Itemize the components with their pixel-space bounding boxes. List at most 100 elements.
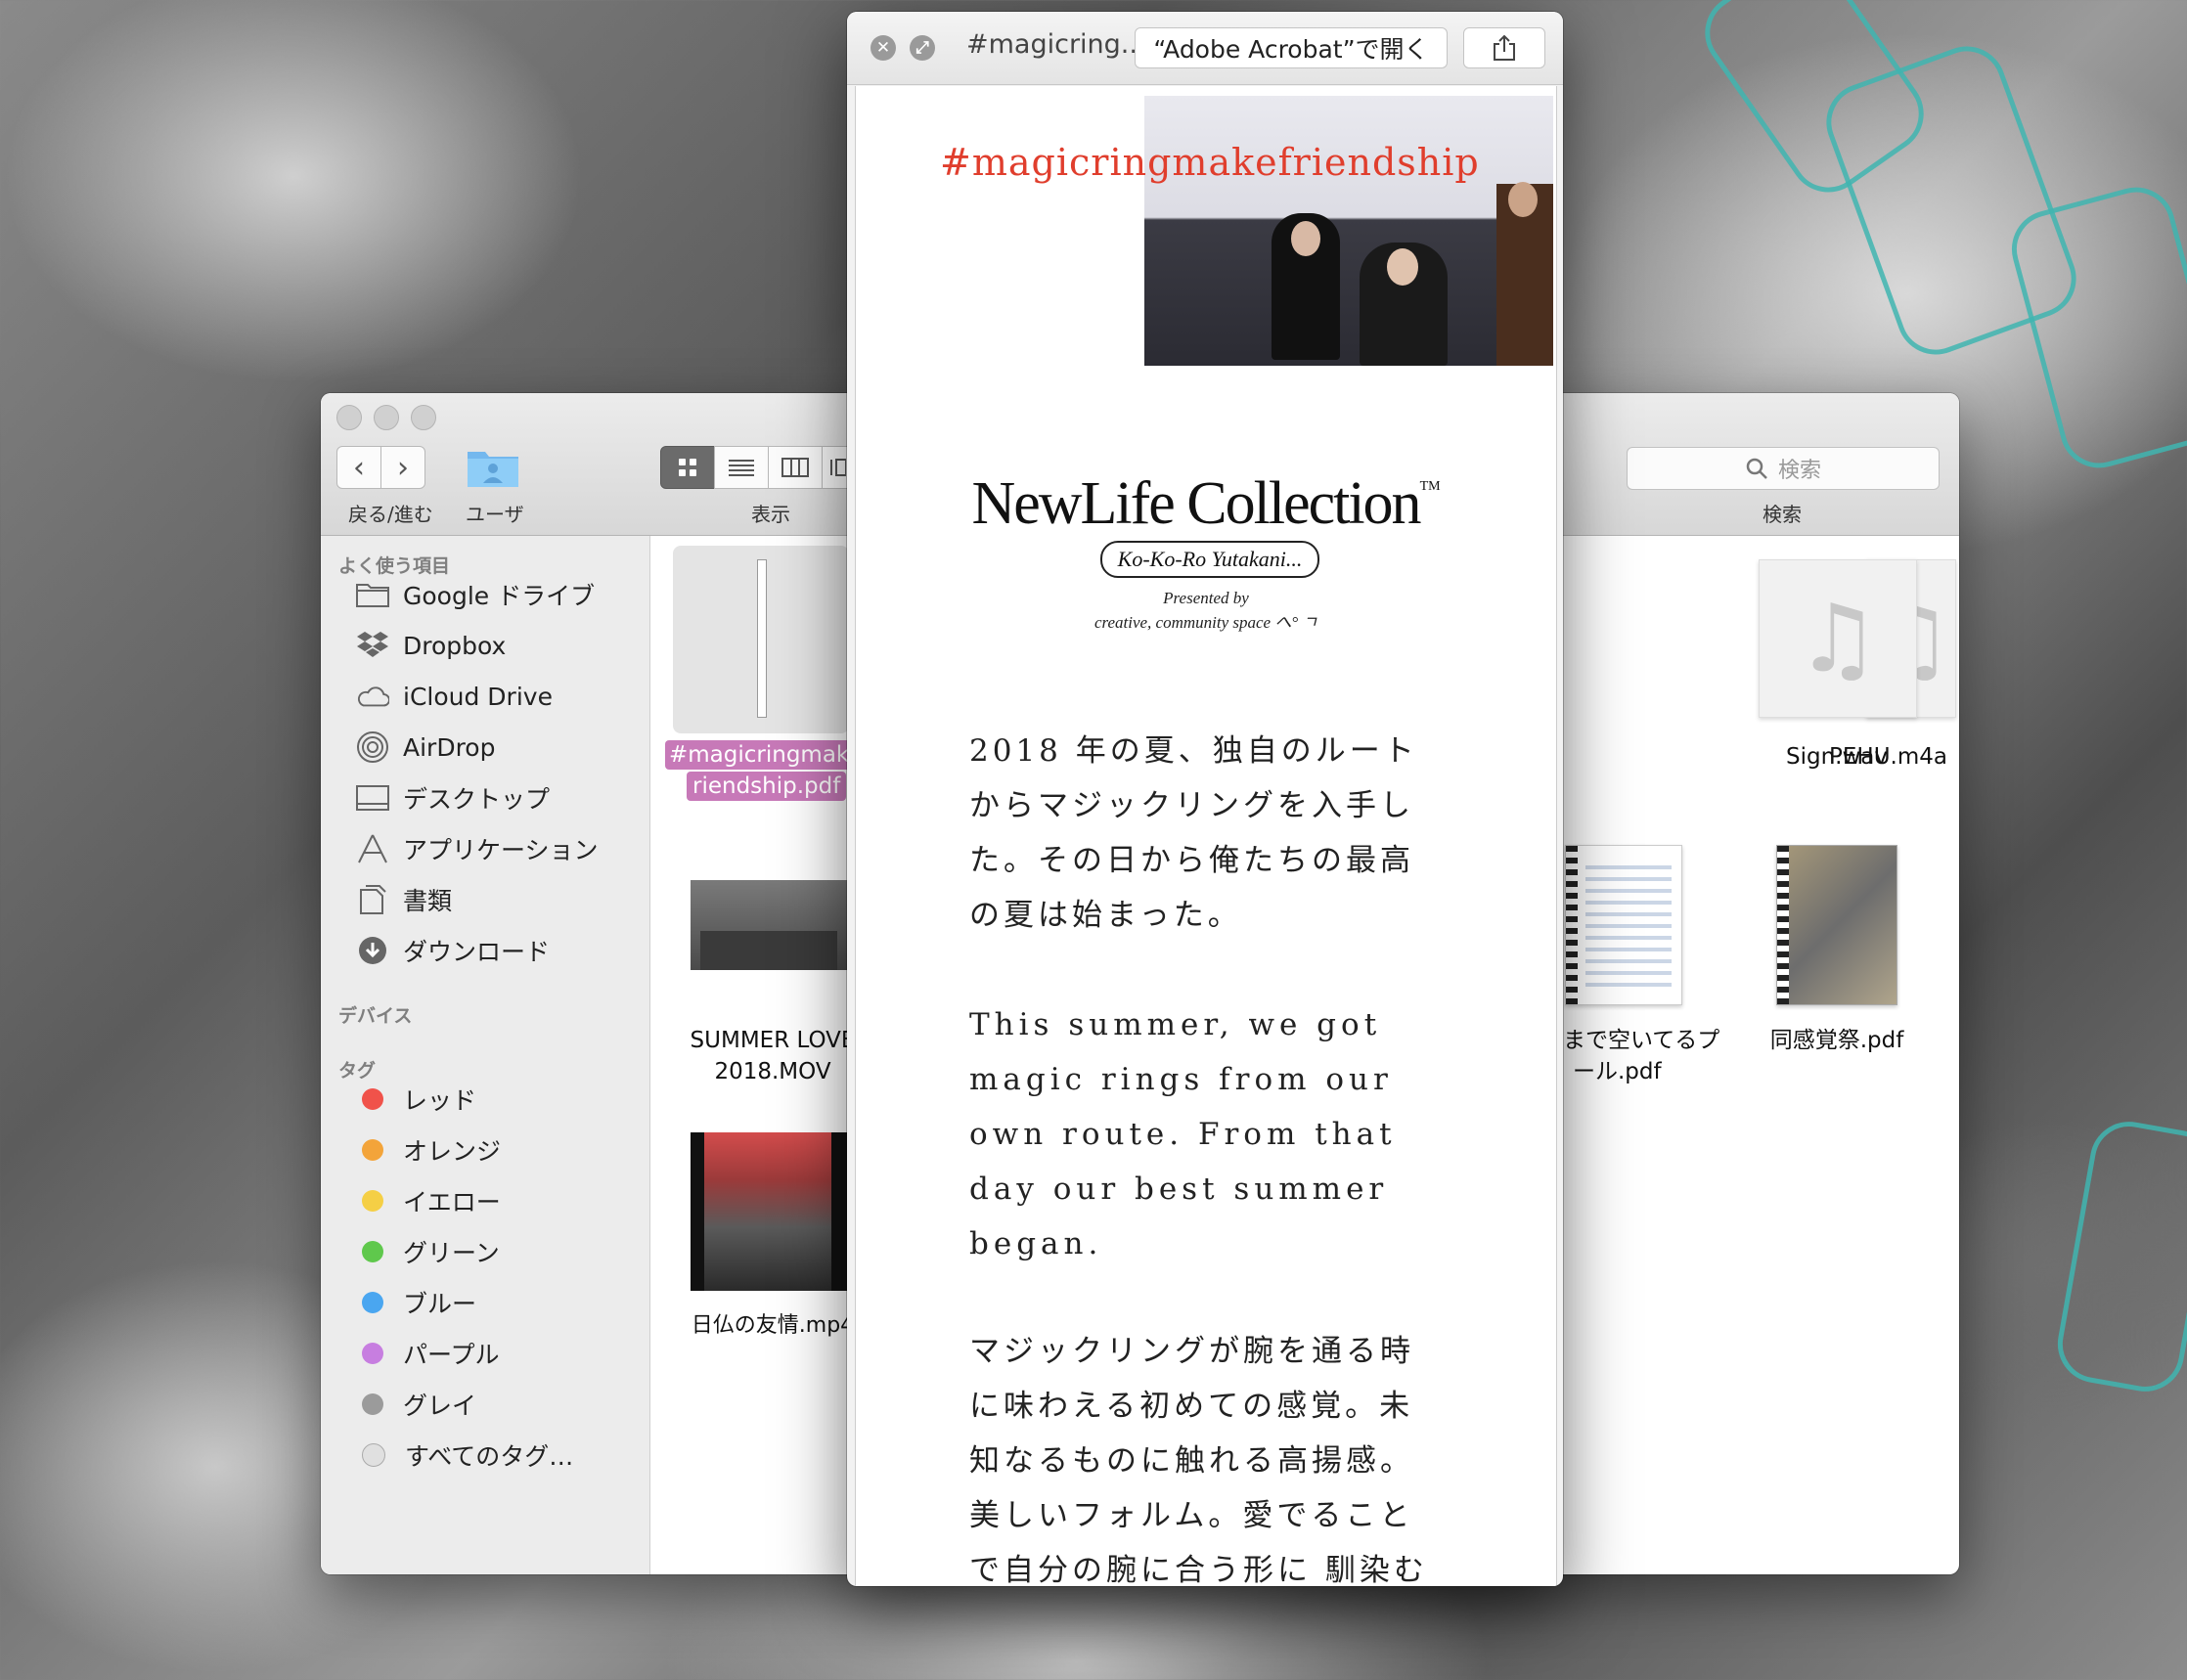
- share-icon: [1494, 34, 1515, 61]
- sidebar-item-label: すべてのタグ…: [405, 1442, 574, 1471]
- airdrop-icon: [356, 731, 389, 763]
- chevron-left-icon: ‹: [353, 450, 365, 485]
- list-view-button[interactable]: [714, 446, 769, 489]
- sidebar-item-label: アプリケーション: [403, 836, 599, 864]
- icon-view-button[interactable]: [660, 446, 715, 489]
- search-field[interactable]: 検索: [1627, 447, 1940, 490]
- search-label: 検索: [1763, 503, 1802, 526]
- pdf-thumbnail: [1776, 845, 1897, 1005]
- close-window-button[interactable]: [336, 405, 362, 430]
- sidebar-item-label: グレイ: [403, 1392, 477, 1420]
- sidebar-item-label: パープル: [403, 1341, 500, 1369]
- sidebar-item-downloads[interactable]: ダウンロード: [356, 931, 550, 970]
- pdf-page: #magicringmakefriendship NewLife Collect…: [855, 86, 1557, 1586]
- sidebar-item-label: オレンジ: [403, 1137, 502, 1166]
- folder-icon: [356, 580, 389, 609]
- cloud-icon: [356, 682, 389, 711]
- forward-button[interactable]: ›: [380, 446, 425, 489]
- sidebar-tag-green[interactable]: グリーン: [356, 1232, 500, 1271]
- sidebar-item-label: AirDrop: [403, 732, 496, 762]
- list-icon: [729, 460, 754, 476]
- sidebar-tag-red[interactable]: レッド: [356, 1080, 476, 1119]
- sidebar-item-label: 書類: [403, 887, 453, 915]
- file-name: SUMMER LOVE 2018.MOV: [690, 1028, 856, 1084]
- sidebar-tag-blue[interactable]: ブルー: [356, 1283, 476, 1322]
- paragraph-english: This summer, we got magic rings from our…: [969, 1007, 1397, 1261]
- back-button[interactable]: ‹: [336, 446, 381, 489]
- sidebar-item-airdrop[interactable]: AirDrop: [356, 728, 495, 767]
- file-name: 同感覚祭.pdf: [1769, 1028, 1904, 1053]
- yellow-tag-icon: [362, 1190, 383, 1212]
- sidebar-item-icloud-drive[interactable]: iCloud Drive: [356, 677, 553, 716]
- sidebar-item-label: イエロー: [403, 1188, 501, 1216]
- quicklook-toolbar: ✕ ⤢ #magicring... “Adobe Acrobat”で開く: [847, 12, 1563, 85]
- paragraph-japanese-2: マジックリングが腕を通る時に味わえる初めての感覚。未知なるものに触れる高揚感。美…: [969, 1334, 1428, 1586]
- applications-icon: [356, 834, 389, 863]
- paragraph-japanese-1: 2018 年の夏、独自のルートからマジックリングを入手した。その日から俺たちの最…: [969, 733, 1418, 933]
- sidebar-item-dropbox[interactable]: Dropbox: [356, 626, 506, 665]
- all-tags-icon: [362, 1443, 385, 1467]
- green-tag-icon: [362, 1241, 383, 1262]
- background-fence-wire: [2002, 178, 2187, 477]
- file-name: Sign.wav: [1786, 744, 1888, 770]
- orange-tag-icon: [362, 1139, 383, 1161]
- gray-tag-icon: [362, 1393, 383, 1415]
- presented-by: Presented by: [1163, 589, 1249, 607]
- sidebar-item-label: グリーン: [403, 1239, 500, 1267]
- sidebar-item-documents[interactable]: 書類: [356, 880, 452, 919]
- view-label: 表示: [751, 503, 790, 526]
- sidebar-all-tags[interactable]: すべてのタグ…: [356, 1436, 573, 1475]
- trademark: TM: [1419, 479, 1441, 494]
- file-thumbnail: [673, 546, 849, 733]
- back-forward-label: 戻る/進む: [348, 503, 433, 526]
- sidebar-tag-orange[interactable]: オレンジ: [356, 1130, 501, 1170]
- file-name: まで空いてるプ ール.pdf: [1563, 1028, 1720, 1084]
- logo-subtitle: Ko-Ko-Ro Yutakani...: [1100, 541, 1319, 578]
- column-view-button[interactable]: [768, 446, 823, 489]
- search-placeholder: 検索: [1777, 459, 1821, 483]
- favorites-heading: よく使う項目: [338, 555, 451, 577]
- file-name-selected: #magicringmake riendship.pdf: [665, 739, 867, 802]
- share-button[interactable]: [1463, 27, 1545, 68]
- background-fence-wire: [2051, 1115, 2187, 1398]
- cover-flow-icon: [830, 459, 846, 476]
- sidebar-item-label: デスクトップ: [403, 785, 551, 814]
- music-file-icon: ♫: [1759, 559, 1917, 718]
- user-folder-icon: [468, 452, 518, 487]
- pdf-thumbnail: [1565, 845, 1682, 1005]
- sidebar-item-label: Dropbox: [403, 631, 507, 660]
- sidebar-tag-gray[interactable]: グレイ: [356, 1385, 476, 1424]
- sidebar-tag-purple[interactable]: パープル: [356, 1334, 500, 1373]
- dropbox-icon: [356, 631, 389, 660]
- video-thumbnail: [691, 880, 849, 970]
- red-tag-icon: [362, 1088, 383, 1110]
- grid-icon: [679, 459, 696, 476]
- sidebar-item-applications[interactable]: アプリケーション: [356, 829, 599, 868]
- zoom-window-button[interactable]: [411, 405, 436, 430]
- sidebar-item-label: Google ドライブ: [403, 582, 596, 610]
- presented-by-organization: creative, community space へ° ㄱ: [1094, 613, 1318, 632]
- close-quicklook-button[interactable]: ✕: [870, 35, 896, 61]
- expand-icon: ⤢: [915, 38, 929, 58]
- tags-heading: タグ: [338, 1060, 377, 1082]
- desktop-icon: [356, 783, 389, 813]
- sidebar-item-label: ダウンロード: [403, 938, 551, 966]
- documents-icon: [356, 885, 389, 914]
- header-photo: [1144, 96, 1553, 366]
- download-icon: [356, 936, 389, 965]
- sidebar-item-google-drive[interactable]: Google ドライブ: [356, 575, 595, 614]
- open-with-acrobat-button[interactable]: “Adobe Acrobat”で開く: [1135, 27, 1448, 68]
- minimize-window-button[interactable]: [374, 405, 399, 430]
- hashtag-title: #magicringmakefriendship: [940, 141, 1480, 184]
- chevron-right-icon: ›: [397, 450, 409, 485]
- fullscreen-quicklook-button[interactable]: ⤢: [910, 35, 935, 61]
- file-name: 日仏の友情.mp4: [691, 1313, 855, 1338]
- search-icon: [1746, 458, 1767, 479]
- columns-icon: [781, 458, 809, 477]
- sidebar-item-desktop[interactable]: デスクトップ: [356, 778, 550, 818]
- blue-tag-icon: [362, 1292, 383, 1313]
- devices-heading: デバイス: [338, 1005, 413, 1027]
- user-label: ユーザ: [466, 503, 524, 526]
- sidebar-tag-yellow[interactable]: イエロー: [356, 1181, 501, 1220]
- user-folder-button[interactable]: [466, 446, 520, 489]
